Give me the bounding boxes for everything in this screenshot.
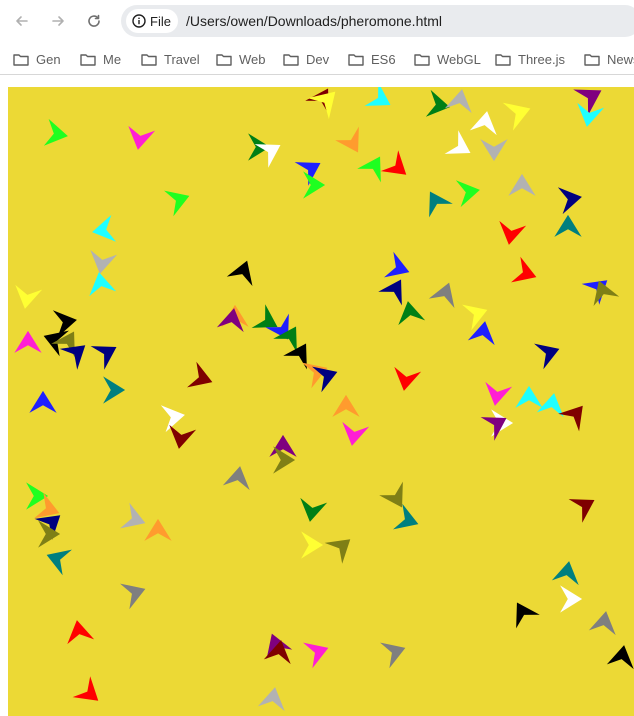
site-info-chip[interactable]: File: [126, 9, 178, 33]
bookmark-news[interactable]: News: [584, 50, 634, 68]
bookmark-me[interactable]: Me: [80, 50, 121, 68]
folder-icon: [283, 53, 299, 66]
bookmark-label: Me: [103, 51, 122, 67]
folder-icon: [495, 53, 511, 66]
bookmark-label: ES6: [371, 51, 396, 67]
bookmark-label: Web: [239, 51, 266, 67]
bookmark-dev[interactable]: Dev: [283, 50, 329, 68]
bookmark-label: Dev: [306, 51, 330, 67]
canvas-background: [8, 87, 634, 716]
bookmark-label: News: [607, 51, 634, 67]
reload-button[interactable]: [82, 9, 106, 33]
folder-icon: [216, 53, 232, 66]
bookmark-label: Gen: [36, 51, 61, 67]
site-chip-label: File: [150, 13, 171, 29]
bookmark-gen[interactable]: Gen: [13, 50, 61, 68]
bookmark-es6[interactable]: ES6: [348, 50, 396, 68]
bookmark-travel[interactable]: Travel: [141, 50, 200, 68]
arrow-left-icon: [16, 16, 28, 26]
url-text[interactable]: /Users/owen/Downloads/pheromone.html: [186, 13, 442, 29]
browser-toolbar: File /Users/owen/Downloads/pheromone.htm…: [0, 0, 634, 42]
back-button[interactable]: [10, 9, 34, 33]
folder-icon: [13, 53, 29, 66]
agents-svg: [8, 87, 634, 716]
folder-icon: [584, 53, 600, 66]
folder-icon: [348, 53, 364, 66]
bookmarks-bar: Gen Me Travel Web Dev ES6 WebGL Three.js…: [0, 42, 634, 75]
folder-icon: [80, 53, 96, 66]
bookmark-label: Three.js: [518, 51, 565, 67]
bookmark-threejs[interactable]: Three.js: [495, 50, 565, 68]
bookmark-label: WebGL: [437, 51, 481, 67]
folder-icon: [414, 53, 430, 66]
bookmark-web[interactable]: Web: [216, 50, 266, 68]
forward-button[interactable]: [46, 9, 70, 33]
reload-icon: [88, 14, 100, 27]
folder-icon: [141, 53, 157, 66]
bookmark-label: Travel: [164, 51, 200, 67]
arrow-right-icon: [52, 16, 64, 26]
simulation-canvas[interactable]: [8, 87, 634, 716]
info-icon: [132, 14, 146, 28]
bookmark-webgl[interactable]: WebGL: [414, 50, 481, 68]
address-bar[interactable]: File /Users/owen/Downloads/pheromone.htm…: [121, 5, 634, 37]
